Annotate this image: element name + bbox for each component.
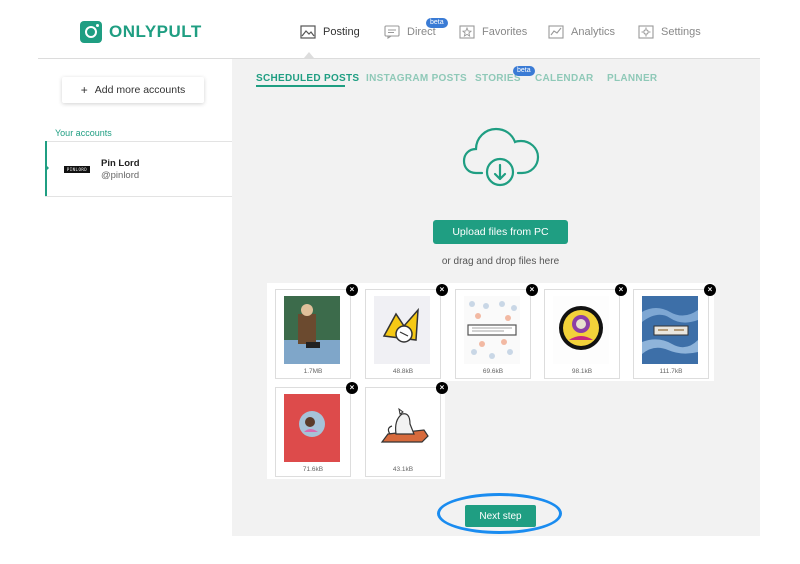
remove-file-button[interactable]: × xyxy=(346,284,358,296)
file-size: 98.1kB xyxy=(571,368,593,375)
account-name: Pin Lord xyxy=(101,158,140,169)
add-accounts-label: Add more accounts xyxy=(94,84,186,96)
plus-icon: + xyxy=(80,83,88,97)
file-size: 69.6kB xyxy=(482,368,504,375)
brand-name: ONLYPULT xyxy=(109,22,202,41)
nav-favorites-label: Favorites xyxy=(482,26,528,38)
remove-file-button[interactable]: × xyxy=(436,382,448,394)
beta-badge: beta xyxy=(513,66,535,76)
analytics-icon xyxy=(548,25,564,39)
remove-file-button[interactable]: × xyxy=(615,284,627,296)
file-size: 111.7kB xyxy=(659,368,683,375)
file-thumbnail[interactable]: 43.1kB × xyxy=(365,382,448,477)
file-preview-image xyxy=(464,296,520,364)
file-preview-image xyxy=(374,296,430,364)
highlight-annotation xyxy=(437,493,562,534)
accounts-section-label: Your accounts xyxy=(55,128,112,138)
logo-icon xyxy=(80,21,102,43)
remove-file-button[interactable]: × xyxy=(436,284,448,296)
nav-posting[interactable]: Posting xyxy=(300,22,360,42)
file-size: 1.7MB xyxy=(303,368,323,375)
file-preview-image xyxy=(553,296,609,364)
image-icon xyxy=(300,25,316,39)
file-preview-image xyxy=(284,394,340,462)
file-thumbnail[interactable]: 1.7MB × xyxy=(275,284,358,379)
file-preview-image xyxy=(284,296,340,364)
file-preview-image xyxy=(374,394,430,462)
file-thumbnail[interactable]: 48.8kB × xyxy=(365,284,448,379)
file-thumbnail[interactable]: 69.6kB × xyxy=(455,284,538,379)
cloud-download-icon xyxy=(462,127,540,187)
gear-icon xyxy=(638,25,654,39)
drag-drop-hint: or drag and drop files here xyxy=(441,256,560,267)
add-accounts-button[interactable]: + Add more accounts xyxy=(62,77,204,103)
divider xyxy=(45,196,232,197)
beta-badge: beta xyxy=(426,18,448,28)
remove-file-button[interactable]: × xyxy=(526,284,538,296)
nav-posting-label: Posting xyxy=(323,26,360,38)
file-size: 71.6kB xyxy=(302,466,324,473)
tab-calendar[interactable]: CALENDAR xyxy=(535,73,594,84)
tab-planner[interactable]: PLANNER xyxy=(607,73,657,84)
star-icon xyxy=(459,25,475,39)
chat-icon xyxy=(384,25,400,39)
upload-files-button[interactable]: Upload files from PC xyxy=(433,220,568,244)
file-thumbnail[interactable]: 111.7kB × xyxy=(633,284,716,379)
remove-file-button[interactable]: × xyxy=(346,382,358,394)
file-size: 43.1kB xyxy=(392,466,414,473)
active-tab-underline xyxy=(256,85,345,87)
nav-settings[interactable]: Settings xyxy=(638,22,701,42)
avatar: PINLORD xyxy=(64,166,90,173)
file-thumbnail[interactable]: 98.1kB × xyxy=(544,284,627,379)
nav-analytics[interactable]: Analytics xyxy=(548,22,615,42)
nav-favorites[interactable]: Favorites xyxy=(459,22,527,42)
file-thumbnail[interactable]: 71.6kB × xyxy=(275,382,358,477)
remove-file-button[interactable]: × xyxy=(704,284,716,296)
file-preview-image xyxy=(642,296,698,364)
tab-instagram-posts[interactable]: INSTAGRAM POSTS xyxy=(366,73,467,84)
nav-analytics-label: Analytics xyxy=(571,26,616,38)
nav-settings-label: Settings xyxy=(661,26,701,38)
tab-scheduled-posts[interactable]: SCHEDULED POSTS xyxy=(256,73,359,84)
file-size: 48.8kB xyxy=(392,368,414,375)
account-handle: @pinlord xyxy=(101,170,140,181)
